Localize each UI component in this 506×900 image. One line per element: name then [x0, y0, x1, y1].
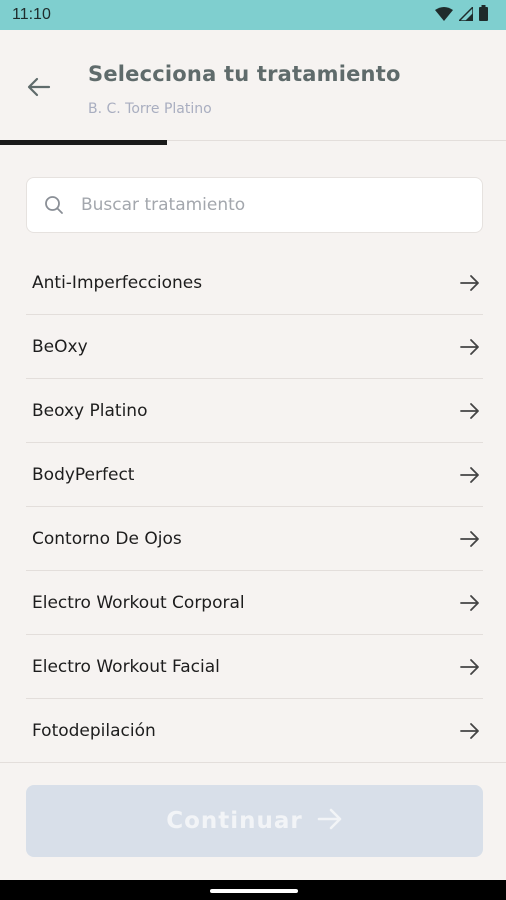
progress-bar — [0, 140, 506, 145]
progress-fill — [0, 140, 167, 145]
back-button[interactable] — [22, 74, 56, 104]
arrow-left-icon — [27, 77, 51, 101]
treatment-label: BodyPerfect — [32, 464, 135, 485]
header: Selecciona tu tratamiento B. C. Torre Pl… — [0, 30, 506, 141]
arrow-right-icon — [459, 336, 481, 358]
battery-icon — [479, 5, 488, 25]
arrow-right-icon — [459, 272, 481, 294]
continue-label: Continuar — [166, 808, 303, 834]
search-box[interactable] — [26, 177, 483, 233]
arrow-right-icon — [459, 592, 481, 614]
page-subtitle: B. C. Torre Platino — [88, 101, 212, 117]
treatment-item[interactable]: Contorno De Ojos — [26, 507, 483, 571]
search-icon — [43, 194, 65, 216]
footer: Continuar — [0, 762, 506, 880]
treatment-item[interactable]: Beoxy Platino — [26, 379, 483, 443]
arrow-right-icon — [459, 656, 481, 678]
treatment-label: Beoxy Platino — [32, 400, 148, 421]
search-input[interactable] — [81, 195, 441, 215]
treatment-label: Electro Workout Corporal — [32, 592, 245, 613]
arrow-right-icon — [459, 528, 481, 550]
treatment-label: Fotodepilación — [32, 720, 156, 741]
status-icons — [435, 4, 488, 25]
treatment-item[interactable]: Electro Workout Corporal — [26, 571, 483, 635]
page-title: Selecciona tu tratamiento — [88, 62, 401, 86]
system-nav-bar — [0, 880, 506, 900]
treatment-item[interactable]: BodyPerfect — [26, 443, 483, 507]
continue-button[interactable]: Continuar — [26, 785, 483, 857]
treatment-label: Contorno De Ojos — [32, 528, 182, 549]
treatment-label: Anti-Imperfecciones — [32, 272, 203, 293]
treatment-item[interactable]: Fotodepilación — [26, 699, 483, 763]
arrow-right-icon — [459, 464, 481, 486]
signal-icon — [457, 4, 474, 25]
status-time: 11:10 — [12, 6, 51, 23]
treatment-item[interactable]: BeOxy — [26, 315, 483, 379]
treatment-item[interactable]: Anti-Imperfecciones — [26, 251, 483, 315]
status-bar: 11:10 — [0, 0, 506, 30]
arrow-right-icon — [459, 400, 481, 422]
home-handle[interactable] — [210, 889, 298, 893]
wifi-icon — [435, 6, 453, 25]
treatment-label: Electro Workout Facial — [32, 656, 220, 677]
treatment-label: BeOxy — [32, 336, 88, 357]
treatment-list: Anti-Imperfecciones BeOxy Beoxy Platino Bod… — [26, 251, 483, 763]
arrow-right-icon — [317, 808, 343, 834]
arrow-right-icon — [459, 720, 481, 742]
treatment-item[interactable]: Electro Workout Facial — [26, 635, 483, 699]
